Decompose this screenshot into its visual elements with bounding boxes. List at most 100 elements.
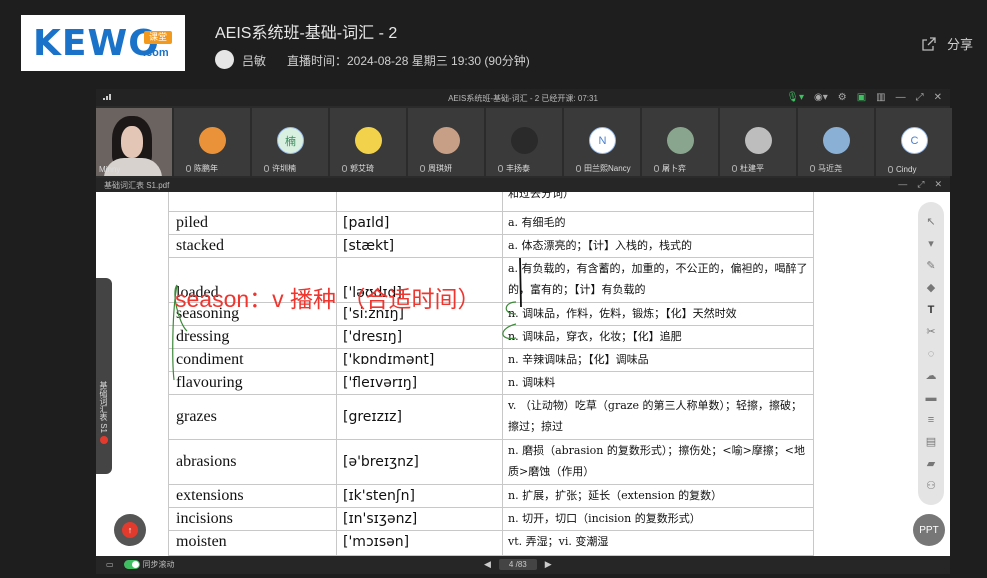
participant-tile[interactable]: 马近尧 <box>798 108 874 176</box>
participant-name: 郭艾琦 <box>342 163 374 174</box>
share-button[interactable]: 分享 <box>921 34 973 53</box>
close-icon[interactable]: ✕ <box>934 92 942 103</box>
participant-avatar <box>745 127 772 154</box>
participant-tile[interactable]: 丰扬泰 <box>486 108 562 176</box>
participant-name-text: 丰扬泰 <box>506 164 530 173</box>
participant-name-text: 郭艾琦 <box>350 164 374 173</box>
participant-avatar <box>433 127 460 154</box>
participant-name: 周琪妍 <box>420 163 452 174</box>
muted-mic-icon <box>732 165 737 172</box>
box-icon[interactable]: ▬ <box>923 390 939 406</box>
participant-tile[interactable]: 楠许圳楠 <box>252 108 328 176</box>
participant-avatar <box>823 127 850 154</box>
page-indicator: 4 /83 <box>498 559 537 570</box>
muted-mic-icon <box>186 165 191 172</box>
muted-mic-icon <box>654 165 659 172</box>
participant-name-text: 许圳楠 <box>272 164 296 173</box>
participant-tile[interactable]: 周琪妍 <box>408 108 484 176</box>
pointer-icon[interactable]: ↖ <box>923 214 939 230</box>
participant-tile[interactable]: 郭艾琦 <box>330 108 406 176</box>
laser-pointer-button[interactable]: ↑ <box>114 514 146 546</box>
list-icon[interactable]: ≡ <box>923 412 939 428</box>
side-tab-label: 基础词汇表 S1 <box>99 381 108 434</box>
chat-icon[interactable]: ▰ <box>923 456 939 472</box>
classroom-player: AEIS系统班-基础-词汇 - 2 已经开课: 07:31 🎙▾ ◉▾ ⚙ ▣ … <box>96 89 952 574</box>
participant-name-text: 杜建平 <box>740 164 764 173</box>
ppt-button[interactable]: PPT <box>913 514 945 546</box>
text-icon[interactable]: T <box>923 302 939 318</box>
sidebar-toggle-icon[interactable]: ▭ <box>106 560 114 569</box>
participant-name: 丰扬泰 <box>498 163 530 174</box>
doc-maximize-icon[interactable]: ⤢ <box>917 179 924 190</box>
camera-icon[interactable]: ◉▾ <box>814 92 828 103</box>
document-footer: ▭ 同步滚动 ◀ 4 /83 ▶ <box>96 556 950 574</box>
cursor-icon[interactable]: ▾ <box>923 236 939 252</box>
page-header: KEWO 课堂 .com AEIS系统班-基础-词汇 - 2 吕敏 直播时间：2… <box>0 0 987 85</box>
fullscreen-icon[interactable]: ⤢ <box>916 92 924 103</box>
document-icon[interactable]: ▤ <box>923 434 939 450</box>
participant-avatar: C <box>901 127 928 154</box>
muted-mic-icon <box>420 165 425 172</box>
scissors-icon[interactable]: ✂ <box>923 324 939 340</box>
participant-tile[interactable]: 屠卜弈 <box>642 108 718 176</box>
document-side-tab[interactable]: 基础词汇表 S1 <box>96 278 112 474</box>
player-titlebar: AEIS系统班-基础-词汇 - 2 已经开课: 07:31 🎙▾ ◉▾ ⚙ ▣ … <box>96 89 950 106</box>
host-face <box>121 126 143 158</box>
document-stage: 和过去分词） piled [paɪld] a. 有细毛的 stacked [stækt]… <box>96 192 950 556</box>
logo-suffix: .com <box>143 47 169 59</box>
people-icon[interactable]: ⚇ <box>923 478 939 494</box>
next-page-icon[interactable]: ▶ <box>545 559 552 570</box>
muted-mic-icon <box>888 166 893 173</box>
doc-minimize-icon[interactable]: — <box>898 179 907 190</box>
sync-scroll-toggle[interactable]: 同步滚动 <box>123 559 175 570</box>
participant-tile[interactable]: N 田兰熙Nancy <box>564 108 640 176</box>
muted-mic-icon <box>576 165 581 172</box>
ppt-label: PPT <box>919 524 939 536</box>
shape-icon[interactable]: ◌ <box>923 346 939 362</box>
layout-icon[interactable]: ▥ <box>876 92 885 103</box>
settings-icon[interactable]: ⚙ <box>838 92 847 103</box>
participant-name: 杜建平 <box>732 163 764 174</box>
participant-avatar <box>511 127 538 154</box>
participant-tile[interactable]: Minny <box>96 108 172 176</box>
share-label: 分享 <box>947 37 974 52</box>
participant-name: 许圳楠 <box>264 163 296 174</box>
eraser-icon[interactable]: ◆ <box>923 280 939 296</box>
participant-tile[interactable]: 陈鹏年 <box>174 108 250 176</box>
muted-mic-icon <box>264 165 269 172</box>
document-name: 基础词汇表 S1.pdf <box>104 181 170 190</box>
doc-close-icon[interactable]: ✕ <box>934 179 942 190</box>
muted-mic-icon <box>498 165 503 172</box>
sync-scroll-switch <box>123 560 140 570</box>
handwritten-annotation: season：v 播种 （合适时间） <box>175 286 481 312</box>
share-icon <box>922 36 936 51</box>
page-navigator: ◀ 4 /83 ▶ <box>484 559 552 570</box>
sync-scroll-label: 同步滚动 <box>142 560 175 569</box>
annotation-strokes <box>172 257 522 381</box>
record-icon[interactable]: ▣ <box>857 92 866 103</box>
course-title: AEIS系统班-基础-词汇 - 2 <box>215 25 398 42</box>
kewo-logo[interactable]: KEWO 课堂 .com <box>21 15 185 71</box>
microphone-icon[interactable]: 🎙▾ <box>786 92 804 103</box>
participant-name-text: 屠卜弈 <box>662 164 686 173</box>
participant-name-text: Minny <box>99 165 121 174</box>
logo-badge: 课堂 <box>144 31 172 44</box>
participant-avatar <box>199 127 226 154</box>
cloud-icon[interactable]: ☁ <box>923 368 939 384</box>
muted-mic-icon <box>810 165 815 172</box>
participant-name-text: 周琪妍 <box>428 164 452 173</box>
pen-icon[interactable]: ✎ <box>923 258 939 274</box>
participant-avatar: N <box>589 127 616 154</box>
participant-name-text: Cindy <box>896 165 917 174</box>
participant-tile[interactable]: C Cindy <box>876 108 952 176</box>
participant-avatar <box>667 127 694 154</box>
whiteboard-toolbar: ↖ ▾ ✎ ◆ T ✂ ◌ ☁ ▬ ≡ ▤ ▰ ⚇ <box>918 202 944 505</box>
live-dot-icon <box>100 436 108 444</box>
prev-page-icon[interactable]: ◀ <box>484 559 491 570</box>
participant-name-text: 田兰熙Nancy <box>584 164 631 173</box>
participant-tile[interactable]: 杜建平 <box>720 108 796 176</box>
muted-mic-icon <box>342 165 347 172</box>
participant-name: Cindy <box>888 165 916 174</box>
logo-word: KEWO <box>33 23 160 64</box>
minimize-icon[interactable]: — <box>896 92 906 103</box>
